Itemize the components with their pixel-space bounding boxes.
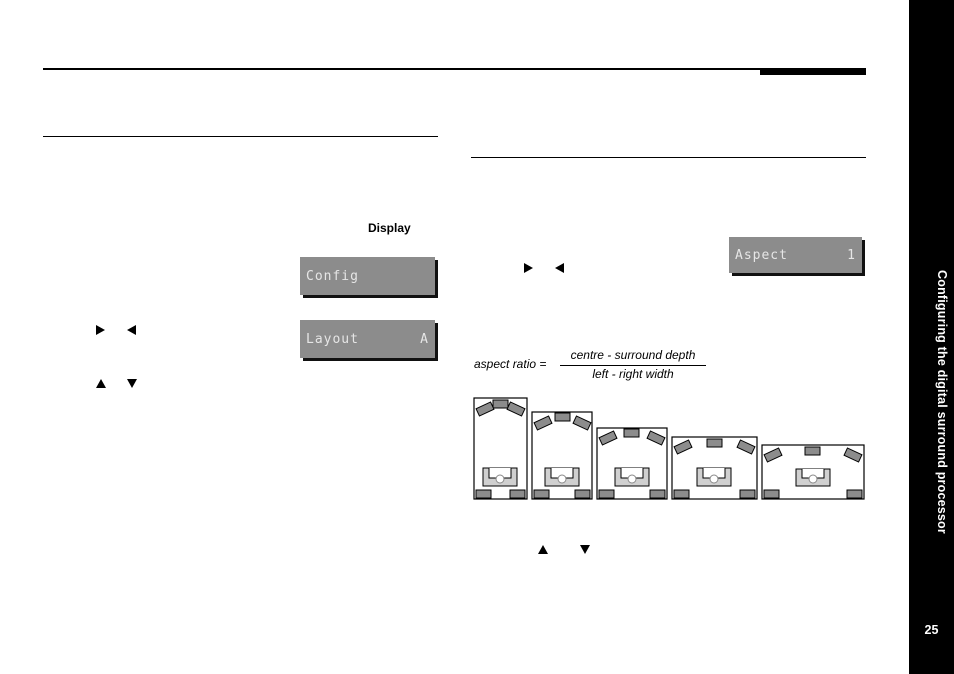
chapter-title: Configuring the digital surround process… <box>935 270 949 534</box>
lcd-text: Aspect <box>735 247 788 263</box>
right-arrow-icon <box>524 263 533 273</box>
formula-denominator: left - right width <box>592 367 674 381</box>
room-diagram <box>531 411 593 500</box>
left-section-rule <box>43 136 438 137</box>
fraction-bar <box>560 365 706 366</box>
lcd-text: Layout <box>306 331 359 347</box>
lcd-value: A <box>420 331 429 347</box>
right-arrow-icon <box>96 325 105 335</box>
lcd-value: 1 <box>847 247 856 263</box>
formula-numerator: centre - surround depth <box>570 348 696 362</box>
room-diagram <box>671 436 758 500</box>
up-arrow-icon <box>96 379 106 388</box>
room-diagram <box>596 427 668 500</box>
page-number: 25 <box>924 623 939 637</box>
room-diagram <box>761 444 865 500</box>
left-arrow-icon <box>127 325 136 335</box>
down-arrow-icon <box>127 379 137 388</box>
down-arrow-icon <box>580 545 590 554</box>
lcd-aspect: Aspect 1 <box>729 237 862 273</box>
room-diagrams <box>473 397 865 500</box>
lcd-text: Config <box>306 268 359 284</box>
room-diagram <box>473 397 528 500</box>
header-rule <box>43 68 866 70</box>
formula-lhs: aspect ratio = <box>474 357 547 371</box>
right-section-rule <box>471 157 866 158</box>
display-label: Display <box>368 221 411 235</box>
up-arrow-icon <box>538 545 548 554</box>
lcd-layout: Layout A <box>300 320 435 358</box>
header-tab-bar <box>760 68 866 75</box>
left-arrow-icon <box>555 263 564 273</box>
lcd-config: Config <box>300 257 435 295</box>
